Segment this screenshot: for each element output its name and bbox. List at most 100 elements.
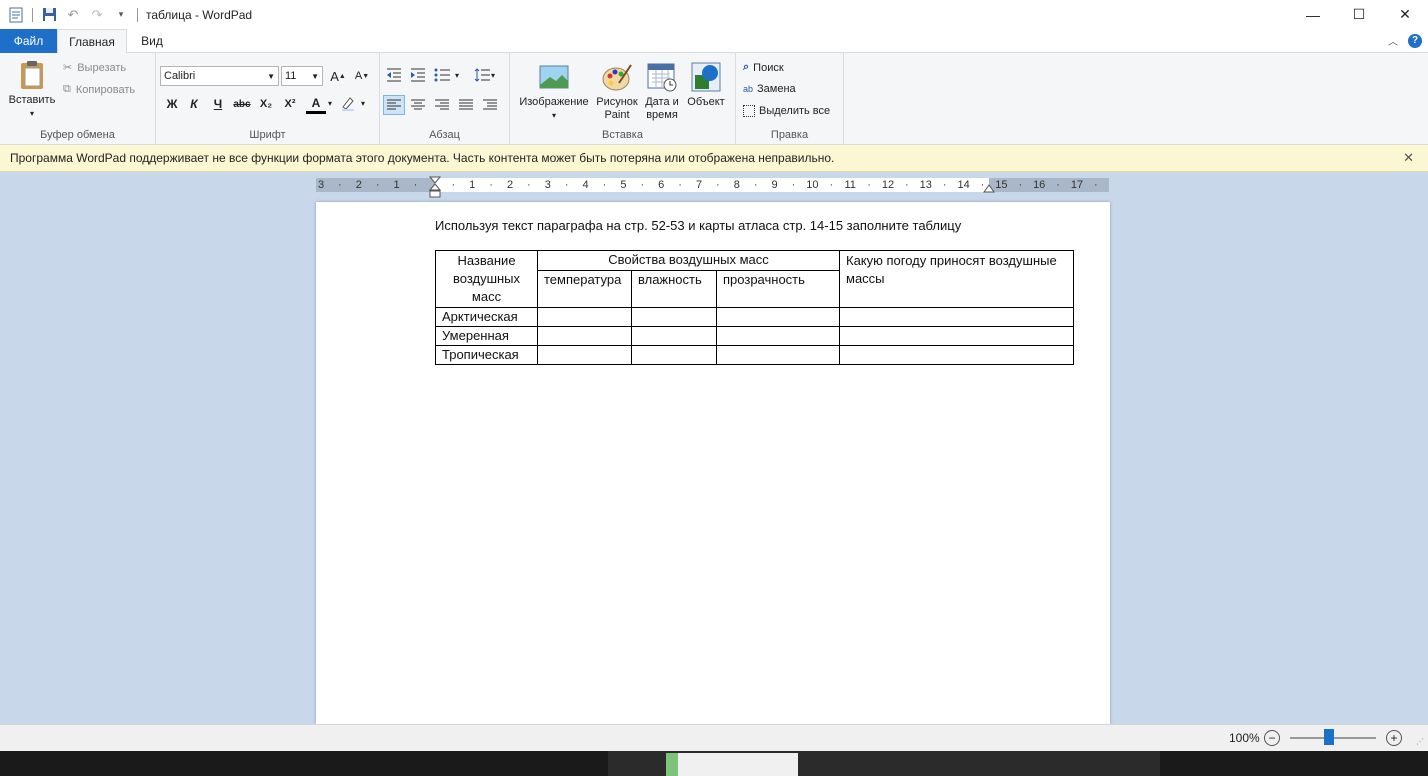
font-family-value: Calibri <box>164 70 196 82</box>
maximize-button[interactable]: ☐ <box>1336 0 1382 29</box>
bullets-dropdown-icon[interactable]: ▾ <box>455 71 459 80</box>
ruler-tick: 3 <box>317 179 325 191</box>
subscript-button[interactable]: X₂ <box>256 95 276 113</box>
copy-button[interactable]: ⧉ Копировать <box>63 83 135 96</box>
group-paragraph: ▾ ▾ Абзац <box>380 53 510 145</box>
tab-file[interactable]: Файл <box>0 29 57 53</box>
table-cell[interactable] <box>839 345 1074 365</box>
zoom-in-button[interactable]: + <box>1386 730 1402 746</box>
highlight-button[interactable] <box>338 94 358 112</box>
taskbar-thumbnail-preview[interactable] <box>666 753 798 776</box>
ruler-tick: · <box>338 179 342 191</box>
italic-button[interactable]: К <box>184 95 204 113</box>
font-size-select[interactable]: 11 ▼ <box>281 66 323 86</box>
bullets-icon[interactable] <box>432 66 452 84</box>
table-cell[interactable] <box>631 345 717 365</box>
ruler-tick: 2 <box>355 179 362 191</box>
image-icon <box>539 65 569 89</box>
table-cell[interactable] <box>716 345 840 365</box>
table-cell[interactable] <box>839 307 1074 327</box>
superscript-button[interactable]: X² <box>280 95 300 113</box>
grow-font-button[interactable]: A ▲ <box>328 67 348 85</box>
group-label-editing: Правка <box>770 129 809 141</box>
justify-icon[interactable] <box>456 96 476 114</box>
document-page[interactable]: Используя текст параграфа на стр. 52-53 … <box>316 202 1110 724</box>
resize-grip-icon[interactable]: ⋰ <box>1416 737 1424 746</box>
ribbon-tabs: Файл Главная Вид ︿ ? <box>0 29 1428 54</box>
minimize-button[interactable]: — <box>1290 0 1336 29</box>
tab-view[interactable]: Вид <box>127 29 177 53</box>
customize-qat-icon[interactable]: ▾ <box>113 7 129 23</box>
tab-home[interactable]: Главная <box>57 29 127 54</box>
table-row: Тропическая <box>435 345 1074 365</box>
table-row: Арктическая <box>435 307 1074 327</box>
paragraph-settings-icon[interactable] <box>480 96 500 114</box>
strikethrough-button[interactable]: abc <box>232 95 252 113</box>
ruler-tick: · <box>602 179 607 191</box>
zoom-slider-thumb[interactable] <box>1323 729 1334 745</box>
table-cell[interactable] <box>537 307 632 327</box>
shrink-font-button[interactable]: A ▼ <box>352 67 372 85</box>
replace-button[interactable]: ab Замена <box>743 83 796 95</box>
wordpad-app-icon[interactable] <box>8 7 24 23</box>
replace-icon: ab <box>743 84 754 94</box>
font-family-select[interactable]: Calibri ▼ <box>160 66 279 86</box>
group-label-paragraph: Абзац <box>429 129 460 141</box>
insert-paint-label-2: Paint <box>604 109 630 121</box>
table-cell[interactable] <box>839 326 1074 346</box>
help-icon[interactable]: ? <box>1408 33 1422 48</box>
save-icon[interactable] <box>41 7 57 23</box>
notice-text: Программа WordPad поддерживает не все фу… <box>10 151 835 165</box>
table-cell[interactable] <box>716 326 840 346</box>
indent-marker-icon[interactable] <box>429 176 441 200</box>
align-left-icon[interactable] <box>383 95 405 115</box>
cut-button[interactable]: ✂ Вырезать <box>63 61 126 75</box>
close-notice-icon[interactable]: ✕ <box>1403 150 1414 166</box>
line-spacing-icon[interactable] <box>472 66 492 84</box>
collapse-ribbon-icon[interactable]: ︿ <box>1388 33 1398 48</box>
ruler-tick: · <box>451 179 456 191</box>
table-cell[interactable] <box>537 326 632 346</box>
ruler-tick: 11 <box>844 179 856 191</box>
line-spacing-dropdown-icon[interactable]: ▾ <box>491 71 495 80</box>
align-right-icon[interactable] <box>432 96 452 114</box>
redo-icon[interactable]: ↷ <box>89 7 105 23</box>
table-header-cell: Название воздушных масс <box>435 250 538 308</box>
close-button[interactable]: ✕ <box>1382 0 1428 29</box>
insert-paint-button[interactable]: Рисунок Paint <box>594 61 640 122</box>
insert-datetime-button[interactable]: Дата и время <box>640 61 684 122</box>
decrease-indent-icon[interactable] <box>384 66 404 84</box>
table-cell[interactable] <box>537 345 632 365</box>
ruler-tick: · <box>791 179 796 191</box>
right-indent-marker-icon[interactable] <box>983 184 995 193</box>
increase-indent-icon[interactable] <box>408 66 428 84</box>
highlight-dropdown-icon[interactable]: ▾ <box>361 99 365 108</box>
table-cell[interactable] <box>631 307 717 327</box>
paste-dropdown-icon[interactable]: ▾ <box>30 107 34 120</box>
ruler-tick: · <box>1056 179 1060 191</box>
font-color-button[interactable]: A <box>306 94 326 114</box>
qat-separator <box>32 7 33 22</box>
zoom-out-button[interactable]: − <box>1264 730 1280 746</box>
insert-image-button[interactable]: Изображение ▾ <box>514 61 594 122</box>
undo-icon[interactable]: ↶ <box>65 7 81 23</box>
taskbar <box>0 751 1428 776</box>
ruler-tick: · <box>678 179 682 191</box>
font-color-dropdown-icon[interactable]: ▾ <box>328 99 332 108</box>
table-cell[interactable] <box>631 326 717 346</box>
insert-object-button[interactable]: Объект <box>684 61 728 109</box>
insert-paint-label-1: Рисунок <box>596 96 638 108</box>
ruler-tick: 2 <box>506 179 514 191</box>
ruler-tick: · <box>1094 179 1098 191</box>
select-all-button[interactable]: Выделить все <box>743 105 830 117</box>
chevron-down-icon: ▼ <box>311 71 319 81</box>
ruler-tick: 10 <box>806 179 819 191</box>
align-center-icon[interactable] <box>408 96 428 114</box>
quick-access-toolbar: ↶ ↷ ▾ <box>0 0 138 29</box>
table-cell[interactable] <box>716 307 840 327</box>
paste-button[interactable]: Вставить ▾ <box>8 59 56 120</box>
bold-button[interactable]: Ж <box>162 95 182 113</box>
thumbnail-accent <box>666 753 678 776</box>
find-button[interactable]: ⌕ Поиск <box>743 61 784 74</box>
underline-button[interactable]: Ч <box>208 95 228 113</box>
